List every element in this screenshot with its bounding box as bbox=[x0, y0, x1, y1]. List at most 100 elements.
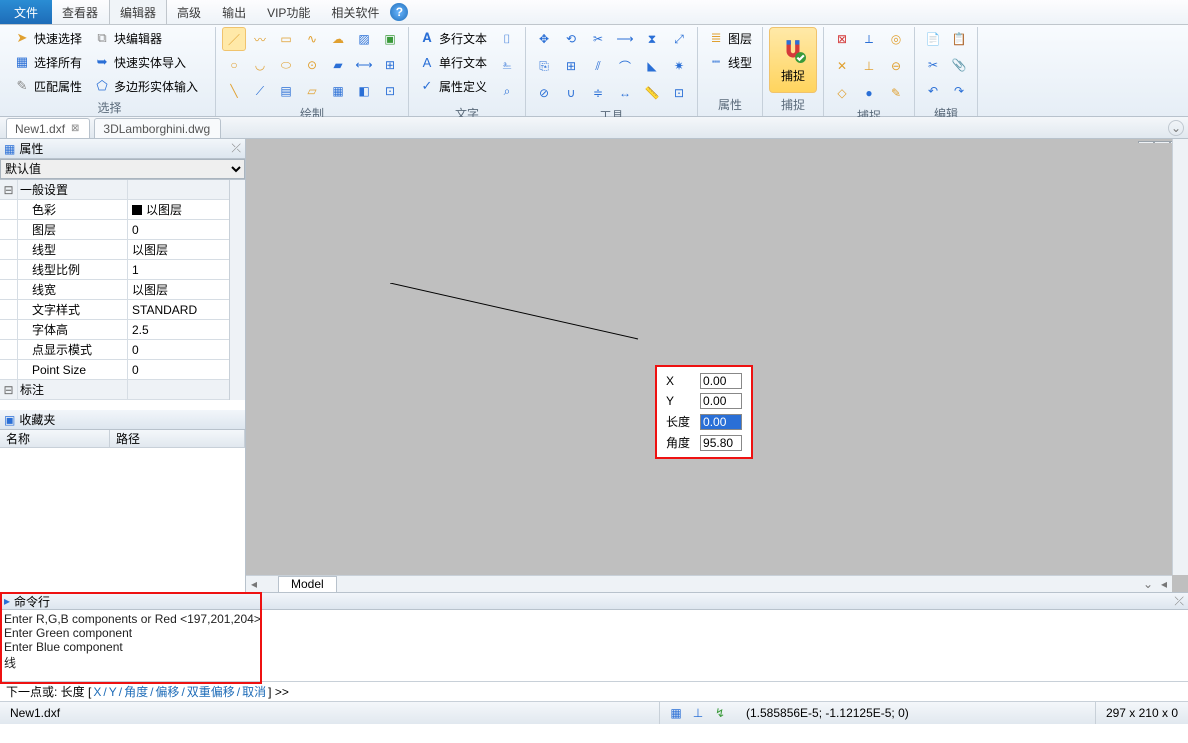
pin-icon[interactable]: ⤫ bbox=[231, 141, 241, 156]
stretch-tool[interactable]: ↔ bbox=[613, 81, 637, 105]
menu-advanced[interactable]: 高级 bbox=[167, 0, 212, 24]
snap-cen[interactable]: ◎ bbox=[884, 27, 908, 51]
scale-tool[interactable]: ⤢ bbox=[667, 27, 691, 51]
fill-tool[interactable]: ▤ bbox=[274, 79, 298, 103]
snap-ins[interactable]: ✎ bbox=[884, 81, 908, 105]
text-tool-3[interactable]: ⌕ bbox=[495, 79, 519, 103]
property-row[interactable]: 点显示模式0 bbox=[0, 340, 229, 360]
property-row[interactable]: 色彩以图层 bbox=[0, 200, 229, 220]
edit-paste[interactable]: 📋 bbox=[947, 27, 971, 51]
model-tab[interactable]: Model bbox=[278, 576, 337, 593]
snap-end[interactable]: ⊠ bbox=[830, 27, 854, 51]
mtext-button[interactable]: 𝐀多行文本 bbox=[415, 27, 491, 49]
length-input[interactable] bbox=[700, 414, 742, 430]
insert-tool[interactable]: ⊞ bbox=[378, 53, 402, 77]
spline-tool[interactable]: ∿ bbox=[300, 27, 324, 51]
chamfer-tool[interactable]: ◣ bbox=[640, 54, 664, 78]
join-tool[interactable]: ∪ bbox=[559, 81, 583, 105]
polyline-tool[interactable]: 〰 bbox=[248, 27, 272, 51]
tabs-dropdown[interactable]: ⌄ bbox=[1168, 120, 1184, 136]
opt-y[interactable]: Y bbox=[107, 685, 119, 699]
menu-vip[interactable]: VIP功能 bbox=[257, 0, 321, 24]
y-input[interactable] bbox=[700, 393, 742, 409]
array-tool[interactable]: ⊞ bbox=[559, 54, 583, 78]
ray-tool[interactable]: ⟋ bbox=[248, 79, 272, 103]
dim-tool[interactable]: ⟷ bbox=[352, 53, 376, 77]
text-tool-1[interactable]: ⌷ bbox=[495, 27, 519, 51]
opt-cancel[interactable]: 取消 bbox=[240, 683, 268, 700]
mirror-tool[interactable]: ⧗ bbox=[640, 27, 664, 51]
property-row[interactable]: Point Size0 bbox=[0, 360, 229, 380]
edit-copy[interactable]: 📄 bbox=[921, 27, 945, 51]
collapse-icon[interactable]: ⊟ bbox=[0, 380, 18, 399]
break-tool[interactable]: ⊘ bbox=[532, 81, 556, 105]
property-row[interactable]: 线型以图层 bbox=[0, 240, 229, 260]
edit-del[interactable]: 📎 bbox=[947, 53, 971, 77]
text-button[interactable]: A单行文本 bbox=[415, 51, 491, 73]
block-editor-button[interactable]: ⧉块编辑器 bbox=[90, 27, 202, 49]
close-icon[interactable]: ⊠ bbox=[71, 123, 79, 134]
rect-tool[interactable]: ▭ bbox=[274, 27, 298, 51]
arc-tool[interactable]: ◡ bbox=[248, 53, 272, 77]
opt-x[interactable]: X bbox=[91, 685, 103, 699]
property-row[interactable]: 文字样式STANDARD bbox=[0, 300, 229, 320]
fav-col-path[interactable]: 路径 bbox=[110, 430, 245, 447]
snap-near[interactable]: ◇ bbox=[830, 81, 854, 105]
select-all-button[interactable]: ▦选择所有 bbox=[10, 51, 86, 73]
snap-tan[interactable]: ⊖ bbox=[884, 54, 908, 78]
property-row[interactable]: 线宽以图层 bbox=[0, 280, 229, 300]
match-props-button[interactable]: ✎匹配属性 bbox=[10, 75, 86, 97]
snap-int[interactable]: ✕ bbox=[830, 54, 854, 78]
polygon-input-button[interactable]: ⬠多边形实体输入 bbox=[90, 75, 202, 97]
edit-cut[interactable]: ✂ bbox=[921, 53, 945, 77]
move-tool[interactable]: ✥ bbox=[532, 27, 556, 51]
import-entities-button[interactable]: ➥快速实体导入 bbox=[90, 51, 202, 73]
opt-angle[interactable]: 角度 bbox=[122, 683, 150, 700]
layer-button[interactable]: ≣图层 bbox=[704, 27, 756, 49]
edit-undo[interactable]: ↶ bbox=[921, 79, 945, 103]
pin-icon[interactable]: ⤫ bbox=[1174, 594, 1184, 609]
status-grid-icon[interactable]: ▦ bbox=[668, 705, 684, 721]
property-row[interactable]: 图层0 bbox=[0, 220, 229, 240]
doc-tab-2[interactable]: 3DLamborghini.dwg bbox=[94, 118, 221, 138]
property-row[interactable]: 线型比例1 bbox=[0, 260, 229, 280]
linetype-button[interactable]: ┉线型 bbox=[704, 51, 756, 73]
menu-viewer[interactable]: 查看器 bbox=[52, 0, 109, 24]
menu-editor[interactable]: 编辑器 bbox=[109, 0, 167, 24]
doc-tab-1[interactable]: New1.dxf⊠ bbox=[6, 118, 90, 138]
explode-tool[interactable]: ✷ bbox=[667, 54, 691, 78]
fav-col-name[interactable]: 名称 bbox=[0, 430, 110, 447]
cloud-tool[interactable]: ☁ bbox=[326, 27, 350, 51]
collapse-icon[interactable]: ⊟ bbox=[0, 180, 18, 199]
status-snap-icon[interactable]: ⊥ bbox=[690, 705, 706, 721]
extend-tool[interactable]: ⟶ bbox=[613, 27, 637, 51]
snap-button[interactable]: 捕捉 bbox=[769, 27, 817, 93]
property-row[interactable]: 字体高2.5 bbox=[0, 320, 229, 340]
opt-offset[interactable]: 偏移 bbox=[153, 683, 181, 700]
circle-tool[interactable]: ○ bbox=[222, 53, 246, 77]
edit-redo[interactable]: ↷ bbox=[947, 79, 971, 103]
solid-tool[interactable]: ▰ bbox=[326, 53, 350, 77]
measure-tool[interactable]: 📏 bbox=[640, 81, 664, 105]
snap-mid[interactable]: ⟂ bbox=[857, 27, 881, 51]
drawing-canvas[interactable]: X Y 长度 角度 bbox=[250, 143, 1172, 592]
canvas-vscroll[interactable] bbox=[1172, 139, 1188, 575]
align-tool[interactable]: ≑ bbox=[586, 81, 610, 105]
snap-node[interactable]: ● bbox=[857, 81, 881, 105]
misc-tool[interactable]: ⊡ bbox=[378, 79, 402, 103]
hatch-tool[interactable]: ▨ bbox=[352, 27, 376, 51]
offset-tool[interactable]: ⫽ bbox=[586, 54, 610, 78]
props-scrollbar[interactable] bbox=[229, 180, 245, 400]
rotate-tool[interactable]: ⟲ bbox=[559, 27, 583, 51]
fillet-tool[interactable]: ⌒ bbox=[613, 54, 637, 78]
trim-tool[interactable]: ✂ bbox=[586, 27, 610, 51]
help-icon[interactable]: ? bbox=[390, 3, 408, 21]
image-tool[interactable]: ▣ bbox=[378, 27, 402, 51]
opt-double-offset[interactable]: 双重偏移 bbox=[185, 683, 237, 700]
ellipse-tool[interactable]: ⬭ bbox=[274, 53, 298, 77]
snap-perp[interactable]: ⊥ bbox=[857, 54, 881, 78]
table-tool[interactable]: ▦ bbox=[326, 79, 350, 103]
region-tool[interactable]: ▱ bbox=[300, 79, 324, 103]
xline-tool[interactable]: ╲ bbox=[222, 79, 246, 103]
box-tool[interactable]: ◧ bbox=[352, 79, 376, 103]
